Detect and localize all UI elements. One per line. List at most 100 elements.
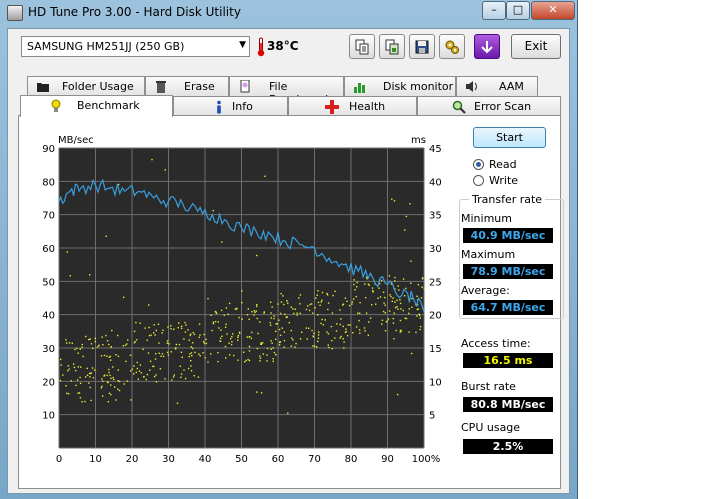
maximize-button[interactable]: □ <box>506 1 530 20</box>
tab-label: AAM <box>499 80 524 93</box>
start-button[interactable]: Start <box>473 127 546 148</box>
access-time-point <box>312 345 314 347</box>
access-time-point <box>221 241 223 243</box>
tab-file-benchmark[interactable]: File Benchmark <box>229 76 344 106</box>
access-time-point <box>237 334 240 337</box>
minimize-button[interactable]: – <box>482 1 506 20</box>
access-time-point <box>308 327 310 329</box>
access-time-point <box>352 332 354 334</box>
access-time-point <box>215 312 218 314</box>
tab-disk-monitor[interactable]: Disk monitor <box>344 76 456 96</box>
access-time-point <box>72 363 75 365</box>
access-time-point <box>66 342 68 344</box>
access-time-point <box>256 254 258 257</box>
access-time-point <box>271 306 273 308</box>
tab-info[interactable]: Info <box>173 96 288 116</box>
access-time-point <box>164 169 166 171</box>
access-time-point <box>364 330 366 332</box>
access-time-point <box>395 329 397 332</box>
access-time-point <box>118 389 121 392</box>
left-axis-unit: MB/sec <box>58 135 94 146</box>
access-time-point <box>283 331 285 333</box>
y-right-tick-label: 35 <box>429 211 442 222</box>
access-time-point <box>403 295 406 297</box>
access-time-point <box>266 354 268 356</box>
x-tick-label: 100% <box>412 454 441 465</box>
read-radio-label: Read <box>489 158 517 171</box>
y-left-tick-label: 90 <box>42 144 55 155</box>
trash-icon <box>154 80 168 93</box>
access-time-point <box>161 353 164 355</box>
access-time-point <box>217 351 219 354</box>
access-time-point <box>421 278 424 280</box>
access-time-point <box>332 294 334 297</box>
tab-benchmark[interactable]: Benchmark <box>20 95 173 117</box>
access-time-point <box>146 373 149 376</box>
access-time-point <box>143 376 145 378</box>
copy-screenshot-button[interactable] <box>379 34 405 59</box>
copy-text-button[interactable] <box>349 34 375 59</box>
access-time-point <box>126 380 128 382</box>
x-tick-label: 40 <box>199 454 212 465</box>
access-time-point <box>330 325 333 328</box>
y-right-tick-label: 5 <box>429 411 435 422</box>
access-time-point <box>419 314 421 317</box>
access-time-point <box>355 295 357 298</box>
options-icon <box>445 40 459 54</box>
access-time-point <box>88 372 91 375</box>
access-time-point <box>154 334 156 336</box>
access-time-point <box>153 375 156 378</box>
access-time-point <box>328 346 330 349</box>
access-time-point <box>118 380 121 383</box>
radio-selected-dot <box>473 159 484 170</box>
access-time-point <box>384 296 386 299</box>
access-time-point <box>331 348 333 350</box>
access-time-point <box>170 328 172 330</box>
access-time-point <box>217 321 219 323</box>
access-time-point <box>317 334 320 336</box>
access-time-point <box>388 275 391 277</box>
access-time-point <box>193 333 196 336</box>
access-time-point <box>359 302 361 304</box>
tab-health[interactable]: Health <box>288 96 417 116</box>
y-left-tick-label: 50 <box>42 277 55 288</box>
x-tick-label: 0 <box>56 454 62 465</box>
read-radio[interactable]: Read <box>473 158 563 172</box>
access-time-point <box>340 335 342 338</box>
access-time-point <box>251 311 253 313</box>
access-time-point <box>105 334 107 337</box>
save-button[interactable] <box>409 34 435 59</box>
access-time-point <box>202 352 204 354</box>
tab-aam[interactable]: AAM <box>456 76 538 96</box>
access-time-point <box>229 354 231 356</box>
access-time-point <box>269 324 272 326</box>
access-time-point <box>90 372 93 374</box>
access-time-point <box>396 299 398 301</box>
exit-button[interactable]: Exit <box>511 34 561 59</box>
access-time-point <box>416 315 418 317</box>
access-time-point <box>321 291 324 294</box>
health-cross-icon <box>325 100 339 114</box>
title-bar[interactable]: HD Tune Pro 3.00 - Hard Disk Utility – □… <box>0 0 578 26</box>
access-time-point <box>220 309 223 312</box>
options-button[interactable] <box>439 34 465 59</box>
access-time-point <box>153 332 155 334</box>
access-time-point <box>340 318 342 320</box>
write-radio[interactable]: Write <box>473 174 563 188</box>
access-time-point <box>127 339 129 341</box>
access-time-point <box>315 346 318 348</box>
access-time-point <box>248 359 251 362</box>
access-time-point <box>399 302 402 305</box>
tab-erase[interactable]: Erase <box>145 76 229 96</box>
access-time-point <box>392 322 395 324</box>
tab-folder-usage[interactable]: Folder Usage <box>27 76 145 96</box>
write-radio-label: Write <box>489 174 519 187</box>
close-button[interactable]: ✕ <box>531 1 575 20</box>
access-time-point <box>256 305 258 308</box>
download-button[interactable] <box>474 34 500 59</box>
access-time-point <box>77 366 79 368</box>
access-time-point <box>170 325 172 327</box>
cpu-usage-value: 2.5% <box>463 439 553 454</box>
tab-error-scan[interactable]: Error Scan <box>417 96 561 116</box>
drive-select[interactable]: SAMSUNG HM251JJ (250 GB) ▼ <box>21 36 250 57</box>
